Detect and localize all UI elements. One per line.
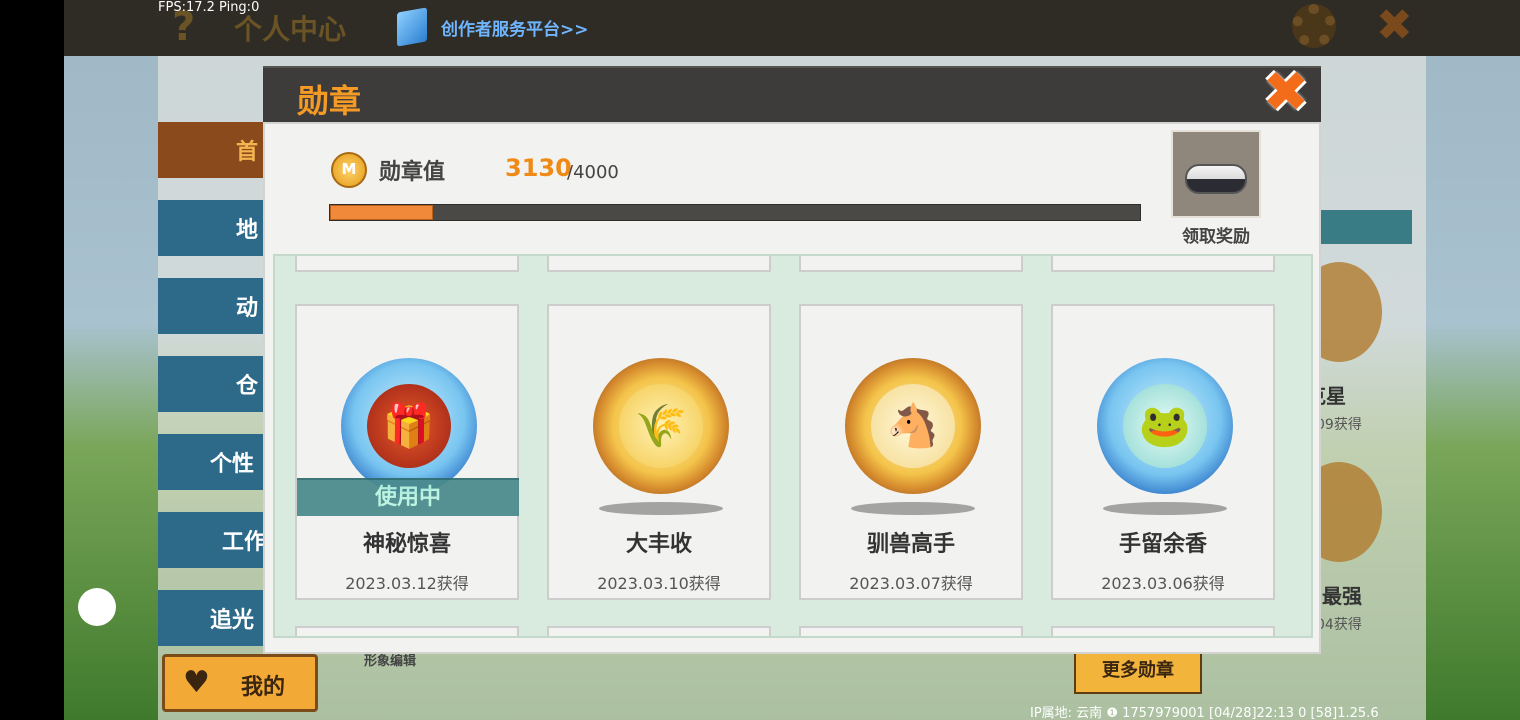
in-use-label: 使用中 (297, 478, 519, 516)
sidebar-item-storage[interactable]: 仓 (158, 356, 268, 412)
badge-card-partial (1051, 256, 1275, 272)
badge-date: 2023.03.07获得 (849, 574, 973, 593)
dialog-close-button[interactable]: ✖ (1259, 65, 1313, 121)
frog-icon: 🐸 (1123, 384, 1207, 468)
sidebar-item-workshop[interactable]: 工作 (158, 512, 268, 568)
medal-max: /4000 (567, 162, 619, 183)
gift-icon: 🎁 (367, 384, 451, 468)
badge-shadow (599, 502, 723, 515)
badge-medal: 🎁 (341, 358, 477, 494)
dialog-title: 勋章 (297, 82, 362, 120)
medal-value: 3130 (505, 154, 572, 182)
badge-medal: 🌾 (593, 358, 729, 494)
medal-progress-fill (330, 205, 434, 220)
background-text: 最强 (1322, 584, 1362, 608)
badge-card-partial (295, 256, 519, 272)
cube-icon (397, 7, 427, 47)
reward-box[interactable] (1171, 130, 1261, 218)
dialog-header: 勋章 ✖ (263, 65, 1321, 122)
badge-card[interactable]: 🌾 大丰收 2023.03.10获得 (547, 304, 771, 600)
badge-medal: 🐴 (845, 358, 981, 494)
medal-value-label: 勋章值 (379, 160, 446, 185)
dialog-body: 勋章值 3130 /4000 领取奖励 🎁 使用中 神秘惊喜 2023.03.1… (263, 122, 1321, 654)
badge-card-partial (799, 256, 1023, 272)
badge-card-partial (295, 626, 519, 636)
badge-grid[interactable]: 🎁 使用中 神秘惊喜 2023.03.12获得 🌾 大丰收 2023.03.10… (273, 254, 1313, 638)
gear-icon[interactable] (1292, 4, 1336, 48)
badge-shadow (851, 502, 975, 515)
heart-icon: ♥ (183, 665, 210, 700)
sidebar-item-home[interactable]: 首 (158, 122, 268, 178)
medal-progress-bar (329, 204, 1141, 221)
harvest-icon: 🌾 (619, 384, 703, 468)
badge-card[interactable]: 🐴 驯兽高手 2023.03.07获得 (799, 304, 1023, 600)
status-line: IP属地: 云南 ❶ 1757979001 [04/28]22:13 0 [58… (1030, 706, 1379, 720)
fps-readout: FPS:17.2 Ping:0 (158, 0, 260, 15)
sidebar-item-activity[interactable]: 动 (158, 278, 268, 334)
background-text: 09获得 (1316, 417, 1362, 433)
top-bar: ? 个人中心 创作者服务平台>> ✖ (64, 0, 1520, 56)
sidebar-item-chase-light[interactable]: 追光 (158, 590, 268, 646)
my-button[interactable]: ♥ 我的 (162, 654, 318, 712)
my-button-label: 我的 (241, 675, 286, 700)
badge-shadow (1103, 502, 1227, 515)
floating-button[interactable] (78, 588, 116, 626)
badge-name: 大丰收 (625, 532, 692, 557)
badge-card-partial (547, 256, 771, 272)
rainbow-headband-icon (1185, 164, 1247, 194)
badge-date: 2023.03.06获得 (1101, 574, 1225, 593)
badge-date: 2023.03.12获得 (345, 574, 469, 593)
creator-platform-label: 创作者服务平台>> (441, 19, 589, 40)
badge-card-partial (799, 626, 1023, 636)
badge-name: 驯兽高手 (866, 532, 955, 557)
medal-coin-icon (331, 152, 367, 188)
more-medals-button[interactable]: 更多勋章 (1074, 648, 1202, 694)
badge-card[interactable]: 🎁 使用中 神秘惊喜 2023.03.12获得 (295, 304, 519, 600)
medal-dialog: 勋章 ✖ 勋章值 3130 /4000 领取奖励 🎁 使用中 神秘惊喜 2023 (263, 65, 1321, 654)
sidebar-item-personality[interactable]: 个性 (158, 434, 268, 490)
badge-name: 手留余香 (1118, 532, 1207, 557)
badge-medal: 🐸 (1097, 358, 1233, 494)
badge-date: 2023.03.10获得 (597, 574, 721, 593)
background-text: 04获得 (1316, 617, 1362, 633)
close-icon[interactable]: ✖ (1376, 0, 1422, 52)
sidebar-item-map[interactable]: 地 (158, 200, 268, 256)
creator-platform-link[interactable]: 创作者服务平台>> (397, 7, 589, 47)
badge-card-partial (547, 626, 771, 636)
left-letterbox (0, 0, 64, 720)
horse-rider-icon: 🐴 (871, 384, 955, 468)
background-strip (1320, 210, 1412, 244)
claim-reward-label[interactable]: 领取奖励 (1171, 222, 1261, 247)
badge-card[interactable]: 🐸 手留余香 2023.03.06获得 (1051, 304, 1275, 600)
badge-card-partial (1051, 626, 1275, 636)
badge-name: 神秘惊喜 (362, 532, 451, 557)
